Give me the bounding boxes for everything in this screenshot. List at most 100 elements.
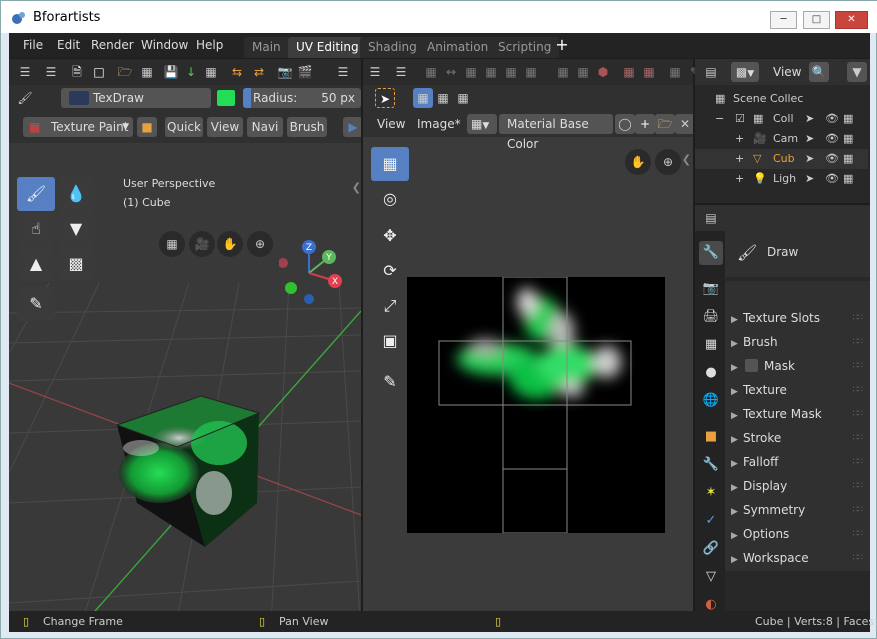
mask-tool-button[interactable]: ▩: [57, 247, 95, 281]
panel-symmetry[interactable]: ▶ Symmetry ∷∷: [731, 499, 870, 521]
output-tab-icon[interactable]: 🖨: [699, 305, 723, 329]
expand-icon[interactable]: +: [735, 129, 744, 149]
sync-icon[interactable]: ▦: [665, 62, 685, 82]
uv-pan-hand-icon[interactable]: ✋: [625, 149, 651, 175]
navigation-gizmo[interactable]: Z Y X: [279, 233, 359, 313]
save-icon[interactable]: 💾: [161, 62, 181, 82]
append-icon[interactable]: ⇄: [249, 62, 269, 82]
outliner-view-menu[interactable]: View: [773, 65, 801, 79]
uv-annotate-tool-button[interactable]: ✎: [371, 365, 409, 399]
panel-texture[interactable]: ▶ Texture ∷∷: [731, 379, 870, 401]
new-image-icon[interactable]: +: [635, 114, 655, 134]
grid-view-icon[interactable]: ▦: [159, 231, 185, 257]
panel-mask[interactable]: ▶ Mask ∷∷: [731, 355, 870, 377]
drag-grip-icon[interactable]: ∷∷: [853, 403, 864, 425]
image-browse-dropdown[interactable]: ▦▼: [467, 114, 497, 134]
drag-grip-icon[interactable]: ∷∷: [853, 379, 864, 401]
annotate-tool-button[interactable]: ✎: [17, 287, 55, 321]
pan-hand-icon[interactable]: ✋: [217, 231, 243, 257]
filter-funnel-icon[interactable]: ▼: [847, 62, 867, 82]
camera-render-icon[interactable]: ▦: [843, 109, 853, 129]
hamburger-menu-icon-3[interactable]: ☰: [365, 62, 385, 82]
particles-tab-icon[interactable]: ✶: [699, 481, 723, 505]
stitch-icon[interactable]: ▦: [481, 62, 501, 82]
eye-icon-4[interactable]: 👁: [825, 169, 839, 189]
image-view-menu[interactable]: View: [377, 117, 405, 131]
open-folder-icon[interactable]: 🗁: [115, 62, 135, 82]
checkbox-icon[interactable]: ☑: [735, 109, 745, 129]
expand-icon-2[interactable]: +: [735, 149, 744, 169]
add-workspace-icon[interactable]: +: [555, 37, 569, 53]
data-tab-icon[interactable]: ▽: [699, 565, 723, 589]
link-icon[interactable]: ⇆: [227, 62, 247, 82]
recent-files-icon[interactable]: ▦: [137, 62, 157, 82]
eye-icon[interactable]: 👁: [825, 109, 839, 129]
select-cursor-icon[interactable]: ➤: [375, 88, 395, 108]
drag-grip-icon[interactable]: ∷∷: [853, 451, 864, 473]
seam-icon[interactable]: ▦: [553, 62, 573, 82]
panel-stroke[interactable]: ▶ Stroke ∷∷: [731, 427, 870, 449]
unlink-image-icon[interactable]: ✕: [675, 114, 693, 134]
display-mode-dropdown[interactable]: ▩▼: [731, 62, 759, 82]
physics-tab-icon[interactable]: ✓: [699, 509, 723, 533]
drag-grip-icon[interactable]: ∷∷: [853, 499, 864, 521]
snap-icon[interactable]: ▦: [461, 62, 481, 82]
image-menu[interactable]: Image*: [417, 117, 461, 131]
menu-file[interactable]: File: [23, 38, 43, 52]
drag-grip-icon[interactable]: ∷∷: [853, 427, 864, 449]
smear-tool-button[interactable]: ☝: [17, 212, 55, 246]
image-name-field[interactable]: Material Base Color: [499, 114, 613, 151]
tab-shading[interactable]: Shading: [360, 37, 425, 58]
camera-view-icon[interactable]: 🎥: [189, 231, 215, 257]
eye-icon-3[interactable]: 👁: [825, 149, 839, 169]
mode-dropdown[interactable]: ▦ Texture Paint ▼: [23, 117, 133, 137]
sphere-project-icon[interactable]: ⬢: [593, 62, 613, 82]
save-copy-icon[interactable]: ▦: [201, 62, 221, 82]
camera-render-icon-2[interactable]: ▦: [843, 129, 853, 149]
clone-tool-button[interactable]: ▼: [57, 212, 95, 246]
panel-brush[interactable]: ▶ Brush ∷∷: [731, 331, 870, 353]
pin-icon[interactable]: ▦: [501, 62, 521, 82]
menu-help[interactable]: Help: [196, 38, 223, 52]
select-arrow-icon[interactable]: ➤: [805, 109, 814, 129]
navi-menu-button[interactable]: Navi: [247, 117, 283, 137]
select-arrow-icon-4[interactable]: ➤: [805, 169, 814, 189]
properties-editor-type-icon[interactable]: ▤: [701, 208, 721, 228]
brush-color-swatch[interactable]: [217, 90, 235, 106]
tab-uv-editing[interactable]: UV Editing: [288, 37, 367, 58]
panel-falloff[interactable]: ▶ Falloff ∷∷: [731, 451, 870, 473]
select-extend-icon[interactable]: ▦: [433, 88, 453, 108]
tool-settings-tab-icon[interactable]: 🔧: [699, 241, 723, 265]
panel-options[interactable]: ▶ Options ∷∷: [731, 523, 870, 545]
camera-render-icon-4[interactable]: ▦: [843, 169, 853, 189]
view-menu-button[interactable]: View: [207, 117, 243, 137]
object-tab-icon[interactable]: ■: [699, 425, 723, 449]
save-as-icon[interactable]: ↓: [181, 62, 201, 82]
drag-grip-icon[interactable]: ∷∷: [853, 307, 864, 329]
drag-grip-icon[interactable]: ∷∷: [853, 547, 864, 569]
tab-animation[interactable]: Animation: [419, 37, 497, 58]
open-image-icon[interactable]: 🗁: [655, 114, 675, 134]
rotate-tool-button[interactable]: ⟳: [371, 254, 409, 288]
hamburger-menu-icon-4[interactable]: ☰: [391, 62, 411, 82]
brush-menu-button[interactable]: Brush: [287, 117, 327, 137]
align-icon[interactable]: ▦: [421, 62, 441, 82]
sidebar-toggle-icon[interactable]: ❮: [352, 181, 361, 194]
render-tab-icon[interactable]: 📷: [699, 277, 723, 301]
camera-render-icon-3[interactable]: ▦: [843, 149, 853, 169]
drag-grip-icon[interactable]: ∷∷: [853, 475, 864, 497]
panel-texture-mask[interactable]: ▶ Texture Mask ∷∷: [731, 403, 870, 425]
panel-texture-slots[interactable]: ▶ Texture Slots ∷∷: [731, 307, 870, 329]
outliner-row-collection[interactable]: − ☑ ▦ Coll ➤ 👁 ▦: [695, 109, 868, 129]
transform-tool-button[interactable]: ▣: [371, 324, 409, 358]
cursor-tool-button[interactable]: ◎: [371, 182, 409, 216]
constraints-tab-icon[interactable]: 🔗: [699, 537, 723, 561]
tab-main[interactable]: Main: [244, 37, 289, 58]
new-file-icon[interactable]: 🗎: [67, 62, 87, 82]
select-subtract-icon[interactable]: ▦: [453, 88, 473, 108]
blank-file-icon[interactable]: □: [89, 62, 109, 82]
uv-select-tool-button[interactable]: ▦: [371, 147, 409, 181]
outliner-row-light[interactable]: + 💡 Ligh ➤ 👁 ▦: [695, 169, 868, 189]
grid-icon-2[interactable]: ▦: [639, 62, 659, 82]
maximize-button[interactable]: □: [803, 11, 830, 29]
